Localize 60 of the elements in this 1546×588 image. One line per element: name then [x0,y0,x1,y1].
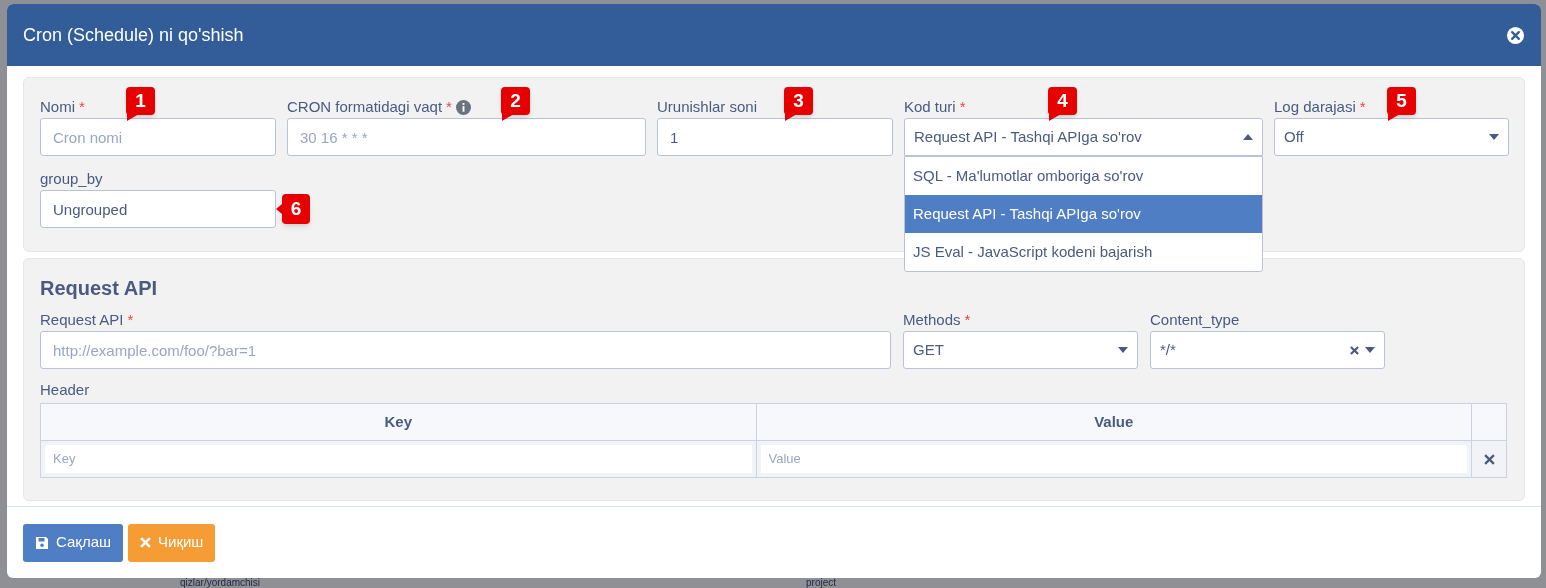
callout-badge: 3 [784,87,813,115]
section-title: Request API [40,276,159,301]
field-label: Kod turi [904,96,956,117]
callout-badge: 1 [126,87,155,115]
select-value: GET [913,339,944,360]
callout-pointer [502,114,514,121]
field-label: Nomi [40,96,75,117]
select-field[interactable]: Off [1274,118,1509,156]
text-field[interactable]: Cron nomi [40,118,276,156]
text-field[interactable]: http://example.com/foo/?bar=1 [40,331,891,369]
save-button[interactable]: Сақлаш [23,523,124,562]
caret-icon [1489,134,1499,140]
field-label: Header [40,381,90,399]
column-header: Key [40,403,756,441]
callout-pointer [127,114,139,121]
required-asterisk: * [1359,96,1366,117]
callout-badge: 5 [1387,87,1416,115]
clear-icon[interactable] [1350,345,1359,355]
callout-pointer [1388,114,1400,121]
dialog-title: Cron (Schedule) ni qo'shish [23,23,244,47]
select-value: Request API - Tashqi APIga so'rov [914,126,1142,147]
caret-icon [1365,347,1375,353]
column-header: Value [756,403,1472,441]
field-label: group_by [40,168,103,189]
callout-pointer [1049,114,1061,121]
required-asterisk: * [79,96,85,117]
callout-badge: 2 [501,87,530,115]
callout-badge: 4 [1048,87,1077,115]
background-text: qizlar/yordamchisi [180,578,261,588]
field-label: Urunishlar soni [657,96,758,117]
required-asterisk: * [446,96,452,117]
background-text: project [806,578,836,588]
close-icon [140,537,152,548]
required-asterisk: * [127,309,134,330]
text-field[interactable]: 1 [657,118,893,156]
required-asterisk: * [959,96,966,117]
caret-icon [1118,347,1128,353]
field-label: Log darajasi [1274,96,1356,117]
callout-pointer [276,204,282,214]
dropdown-option[interactable]: Request API - Tashqi APIga so'rov [905,195,1262,233]
field-label: Request API [40,309,124,330]
field-label: Content_type [1150,309,1240,330]
dropdown-option[interactable]: SQL - Ma'lumotlar omboriga so'rov [905,157,1262,195]
field-label: CRON formatidagi vaqt [287,96,443,117]
select-field[interactable]: Request API - Tashqi APIga so'rov [904,118,1263,156]
close-icon[interactable] [1506,25,1525,45]
field-label: Methods [903,309,961,330]
dropdown-option[interactable]: JS Eval - JavaScript kodeni bajarish [905,233,1262,271]
select-field[interactable]: GET [903,331,1138,369]
select-value: Off [1284,126,1304,147]
text-field[interactable]: Ungrouped [40,190,276,228]
callout-pointer [785,114,797,121]
caret-icon [1243,134,1253,140]
callout-badge: 6 [282,194,310,224]
select-field[interactable]: */* [1150,331,1385,369]
select-value: */* [1160,339,1176,360]
required-asterisk: * [964,309,971,330]
text-field[interactable]: 30 16 * * * [287,118,646,156]
save-icon [35,535,49,550]
remove-icon[interactable] [1483,454,1495,466]
